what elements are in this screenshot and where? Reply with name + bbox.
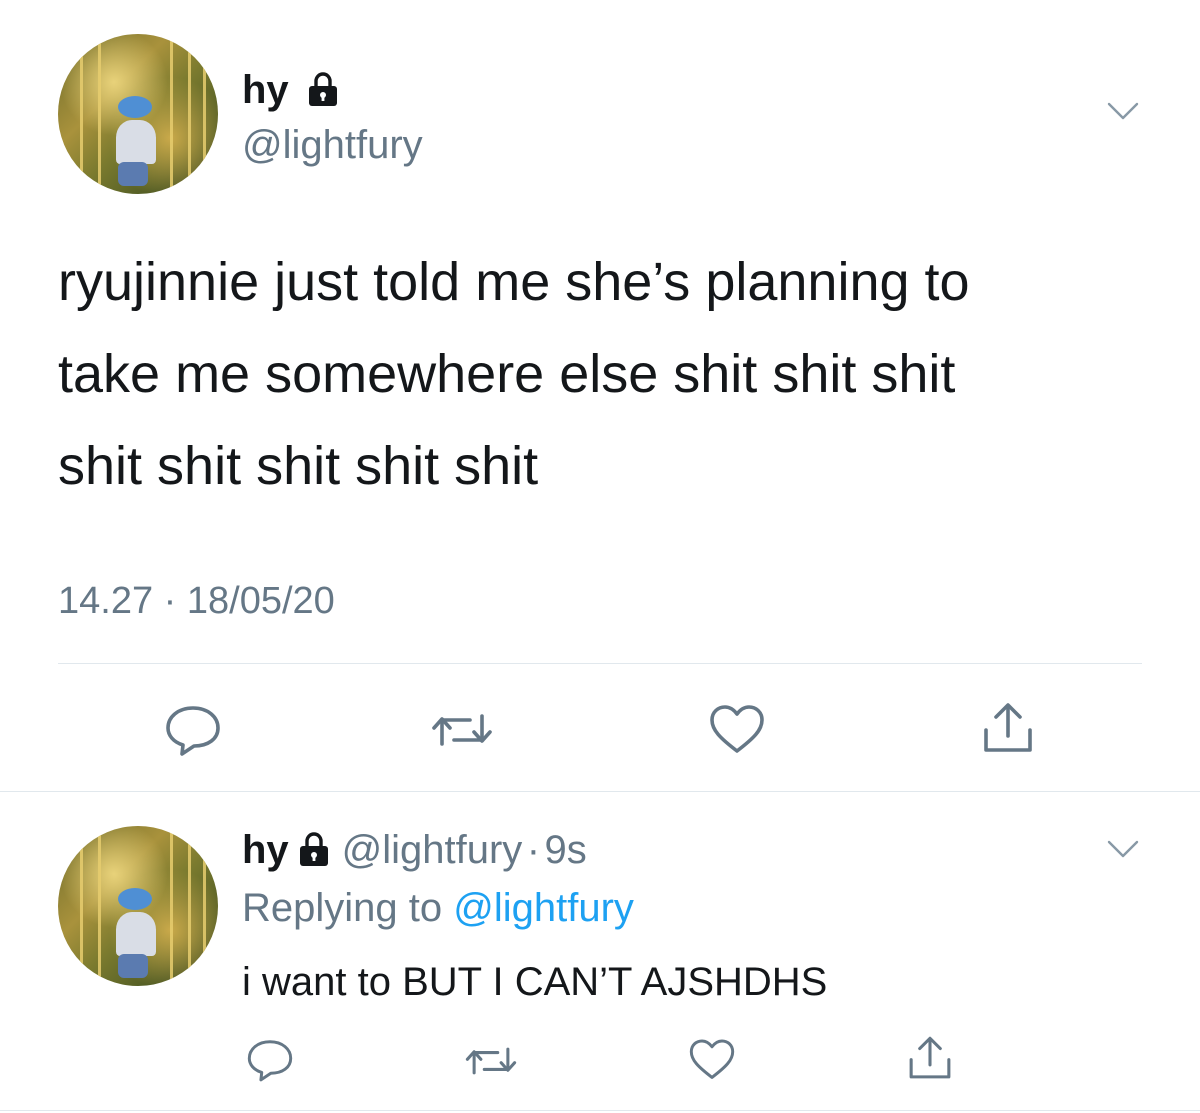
avatar[interactable]: [58, 34, 218, 194]
separator-dot: ·: [526, 828, 541, 872]
tweet-text-line: ryujinnie just told me she’s planning to: [58, 252, 970, 312]
divider: [0, 791, 1200, 792]
tweet-time: 14.27: [58, 580, 154, 622]
tweet-text: ryujinnie just told me she’s planning to…: [58, 236, 1178, 512]
like-button[interactable]: [708, 704, 766, 761]
reply-icon: [247, 1040, 293, 1082]
chevron-down-icon[interactable]: [1106, 838, 1140, 865]
avatar[interactable]: [58, 826, 218, 986]
lock-icon: [297, 831, 331, 872]
handle[interactable]: @lightfury: [242, 125, 423, 165]
divider: [58, 663, 1142, 664]
replying-to-link[interactable]: @lightfury: [453, 886, 634, 930]
retweet-icon: [432, 714, 492, 746]
retweet-button[interactable]: [430, 708, 494, 757]
like-button[interactable]: [688, 1038, 736, 1087]
replying-to: Replying to @lightfury: [242, 888, 634, 928]
divider: [0, 1110, 1200, 1111]
share-button[interactable]: [980, 700, 1036, 761]
chevron-down-icon[interactable]: [1106, 100, 1140, 127]
reply-button[interactable]: [164, 704, 222, 761]
share-button[interactable]: [906, 1034, 954, 1087]
handle[interactable]: @lightfury: [342, 828, 523, 872]
reply-text: i want to BUT I CAN’T AJSHDHS: [242, 960, 828, 1004]
display-name[interactable]: hy: [242, 70, 340, 114]
share-icon: [909, 1036, 951, 1079]
heart-icon: [710, 705, 764, 753]
heart-icon: [689, 1039, 735, 1079]
tweet-text-line: shit shit shit shit shit: [58, 436, 539, 496]
display-name[interactable]: hy: [242, 828, 289, 872]
reply-icon: [166, 706, 220, 756]
lock-icon: [306, 71, 340, 114]
tweet-text-line: take me somewhere else shit shit shit: [58, 344, 956, 404]
separator-dot: ·: [163, 580, 177, 622]
reply-header: hy @lightfury · 9s: [242, 830, 587, 872]
tweet-date: 18/05/20: [186, 580, 335, 622]
display-name-text: hy: [242, 68, 289, 112]
tweet-timestamp[interactable]: 14.27 · 18/05/20: [58, 580, 335, 623]
retweet-icon: [465, 1047, 517, 1075]
replying-to-label: Replying to: [242, 886, 443, 930]
retweet-button[interactable]: [464, 1042, 518, 1085]
tweet-age[interactable]: 9s: [545, 828, 587, 872]
reply-button[interactable]: [246, 1038, 294, 1087]
share-icon: [984, 703, 1032, 752]
